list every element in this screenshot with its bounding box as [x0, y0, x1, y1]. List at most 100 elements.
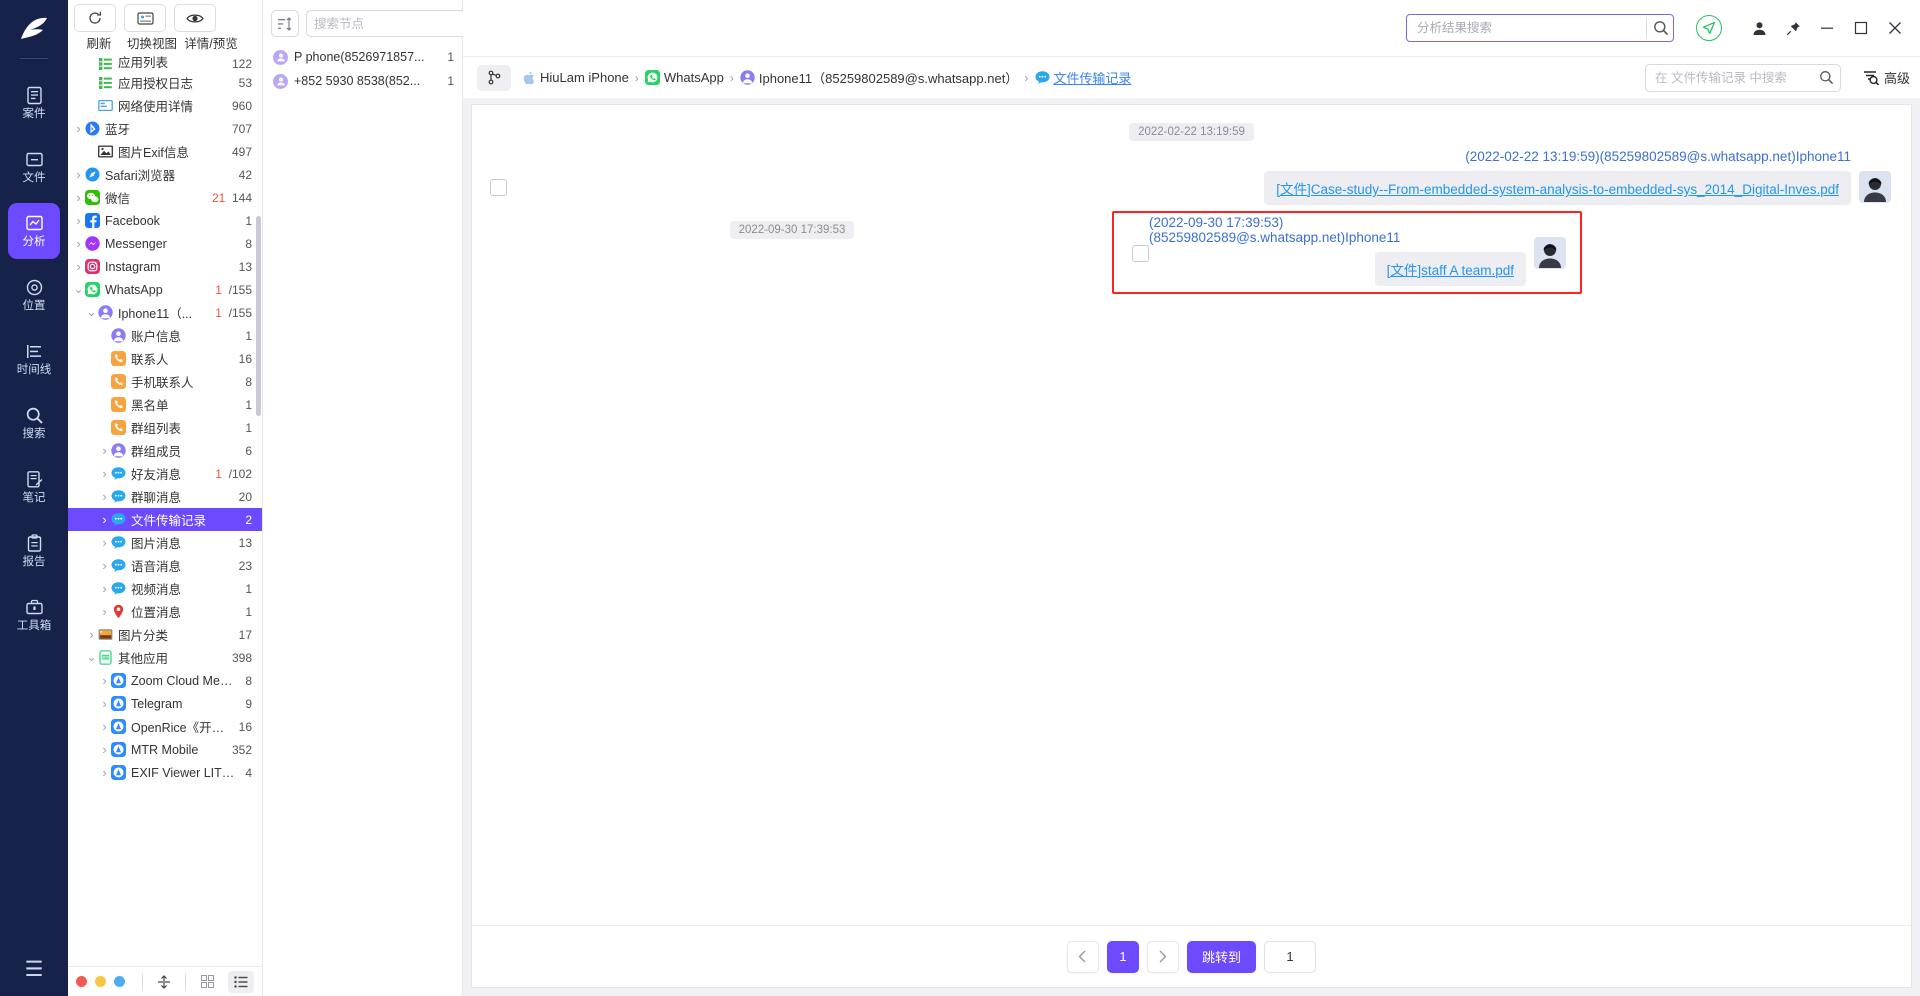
tree-row[interactable]: ⌄ Iphone11（... 1 /155	[68, 301, 262, 324]
status-dot-yellow[interactable]	[95, 976, 106, 987]
tree-row[interactable]: 应用授权日志 53	[68, 71, 262, 94]
tree-row[interactable]: › 位置消息 1	[68, 600, 262, 623]
switch-view-icon[interactable]	[124, 4, 166, 32]
tree-row[interactable]: ⌄ APP 其他应用 398	[68, 646, 262, 669]
tree-row[interactable]: › Messenger 8	[68, 232, 262, 255]
in-section-search-input[interactable]	[1654, 70, 1819, 85]
close-icon[interactable]	[1882, 15, 1908, 41]
tree-row[interactable]: 应用列表 122	[68, 56, 262, 71]
status-dot-red[interactable]	[76, 976, 87, 987]
tree-row[interactable]: 手机联系人 8	[68, 370, 262, 393]
next-page-button[interactable]	[1146, 940, 1179, 973]
list-view-icon[interactable]	[228, 970, 254, 993]
list-item[interactable]: +852 5930 8538(852... 1	[263, 69, 462, 93]
rail-item-location[interactable]: 位置	[8, 267, 60, 323]
send-circle-icon[interactable]	[1696, 15, 1722, 41]
chevron-right-icon[interactable]: ›	[98, 512, 111, 527]
rail-item-analysis[interactable]: 分析	[8, 203, 60, 259]
tree-row[interactable]: 账户信息 1	[68, 324, 262, 347]
branch-icon[interactable]	[477, 64, 511, 91]
chevron-down-icon[interactable]: ⌄	[72, 283, 85, 295]
message-select-checkbox[interactable]	[490, 179, 507, 196]
chevron-right-icon[interactable]: ›	[85, 627, 98, 642]
chevron-right-icon[interactable]: ›	[98, 466, 111, 481]
tree-row[interactable]: 图片Exif信息 497	[68, 140, 262, 163]
chevron-down-icon[interactable]: ⌄	[85, 306, 98, 318]
eye-icon[interactable]	[174, 4, 216, 32]
tree-row[interactable]: › Instagram 13	[68, 255, 262, 278]
refresh-icon[interactable]	[74, 4, 116, 32]
rail-item-timeline[interactable]: 时间线	[8, 331, 60, 387]
tree-row[interactable]: ⌄ WhatsApp 1 /155	[68, 278, 262, 301]
breadcrumb[interactable]: HiuLam iPhone › WhatsApp › Iphone11（85259802…	[521, 68, 1131, 87]
tree-row[interactable]: 群组列表 1	[68, 416, 262, 439]
tree-row[interactable]: › 群组成员 6	[68, 439, 262, 462]
chevron-right-icon[interactable]: ›	[98, 581, 111, 596]
chevron-right-icon[interactable]: ›	[98, 489, 111, 504]
breadcrumb-item[interactable]: WhatsApp	[645, 70, 724, 86]
node-search-input[interactable]	[314, 16, 475, 31]
breadcrumb-item[interactable]: 文件传输记录	[1034, 68, 1131, 87]
split-view-icon[interactable]	[151, 971, 177, 993]
global-search-box[interactable]	[1406, 14, 1674, 42]
tree-row[interactable]: › Facebook 1	[68, 209, 262, 232]
advanced-search-button[interactable]: 高级	[1863, 68, 1910, 87]
global-search-input[interactable]	[1417, 21, 1646, 35]
rail-item-search[interactable]: 搜索	[8, 395, 60, 451]
chevron-right-icon[interactable]: ›	[72, 236, 85, 251]
tree-row[interactable]: › Zoom Cloud Meeti... 8	[68, 669, 262, 692]
tree-row[interactable]: › 文件传输记录 2	[68, 508, 262, 531]
tree-row[interactable]: › Telegram 9	[68, 692, 262, 715]
chevron-down-icon[interactable]: ⌄	[85, 651, 98, 663]
grid-view-icon[interactable]	[194, 971, 220, 993]
tree-row[interactable]: › 图片分类 17	[68, 623, 262, 646]
tree-row[interactable]: › 语音消息 23	[68, 554, 262, 577]
chevron-right-icon[interactable]: ›	[98, 719, 111, 734]
search-icon[interactable]	[1653, 20, 1669, 36]
list-item[interactable]: P phone(8526971857... 1	[263, 45, 462, 69]
chevron-right-icon[interactable]: ›	[98, 742, 111, 757]
jump-page-input[interactable]	[1264, 940, 1316, 973]
tree-row[interactable]: › 图片消息 13	[68, 531, 262, 554]
chevron-right-icon[interactable]: ›	[72, 121, 85, 136]
chevron-right-icon[interactable]: ›	[72, 190, 85, 205]
tree-row[interactable]: 黑名单 1	[68, 393, 262, 416]
rail-item-note[interactable]: 笔记	[8, 459, 60, 515]
chevron-right-icon[interactable]: ›	[98, 696, 111, 711]
in-section-search-box[interactable]	[1644, 63, 1841, 92]
breadcrumb-item[interactable]: HiuLam iPhone	[521, 70, 629, 86]
message-select-checkbox[interactable]	[1132, 245, 1149, 262]
file-attachment-link[interactable]: [文件]Case-study--From-embedded-system-ana…	[1276, 182, 1839, 197]
tree-row[interactable]: › MTR Mobile 352	[68, 738, 262, 761]
tree-list[interactable]: 应用列表 122 应用授权日志 53 网络使用详情 960 › 蓝牙 707 图片Exif信息 49…	[68, 56, 262, 966]
chevron-right-icon[interactable]: ›	[98, 765, 111, 780]
tree-row[interactable]: › 群聊消息 20	[68, 485, 262, 508]
rail-item-case[interactable]: 案件	[8, 75, 60, 131]
file-attachment-link[interactable]: [文件]staff A team.pdf	[1387, 263, 1514, 278]
minimize-icon[interactable]	[1814, 15, 1840, 41]
chevron-right-icon[interactable]: ›	[98, 535, 111, 550]
rail-item-toolbox[interactable]: 工具箱	[8, 587, 60, 643]
tree-row[interactable]: › EXIF Viewer LITE b... 4	[68, 761, 262, 784]
chevron-right-icon[interactable]: ›	[98, 558, 111, 573]
node-rows[interactable]: P phone(8526971857... 1 +852 5930 8538(852…	[263, 45, 462, 93]
status-dot-blue[interactable]	[114, 976, 125, 987]
chevron-right-icon[interactable]: ›	[98, 604, 111, 619]
chevron-right-icon[interactable]: ›	[72, 213, 85, 228]
tree-row[interactable]: › Safari浏览器 42	[68, 163, 262, 186]
sort-icon[interactable]	[271, 10, 299, 37]
tree-row[interactable]: › 微信 21 144	[68, 186, 262, 209]
pin-icon[interactable]	[1780, 15, 1806, 41]
tree-row[interactable]: › OpenRice《开饭喇... 16	[68, 715, 262, 738]
chevron-right-icon[interactable]: ›	[72, 259, 85, 274]
chevron-right-icon[interactable]: ›	[98, 443, 111, 458]
tree-row[interactable]: 网络使用详情 960	[68, 94, 262, 117]
jump-to-button[interactable]: 跳转到	[1186, 940, 1256, 973]
tree-row[interactable]: › 好友消息 1 /102	[68, 462, 262, 485]
chevron-right-icon[interactable]: ›	[98, 673, 111, 688]
search-icon[interactable]	[1819, 70, 1834, 85]
tree-row[interactable]: › 视频消息 1	[68, 577, 262, 600]
maximize-icon[interactable]	[1848, 15, 1874, 41]
rail-item-folder[interactable]: 文件	[8, 139, 60, 195]
user-icon[interactable]	[1746, 15, 1772, 41]
